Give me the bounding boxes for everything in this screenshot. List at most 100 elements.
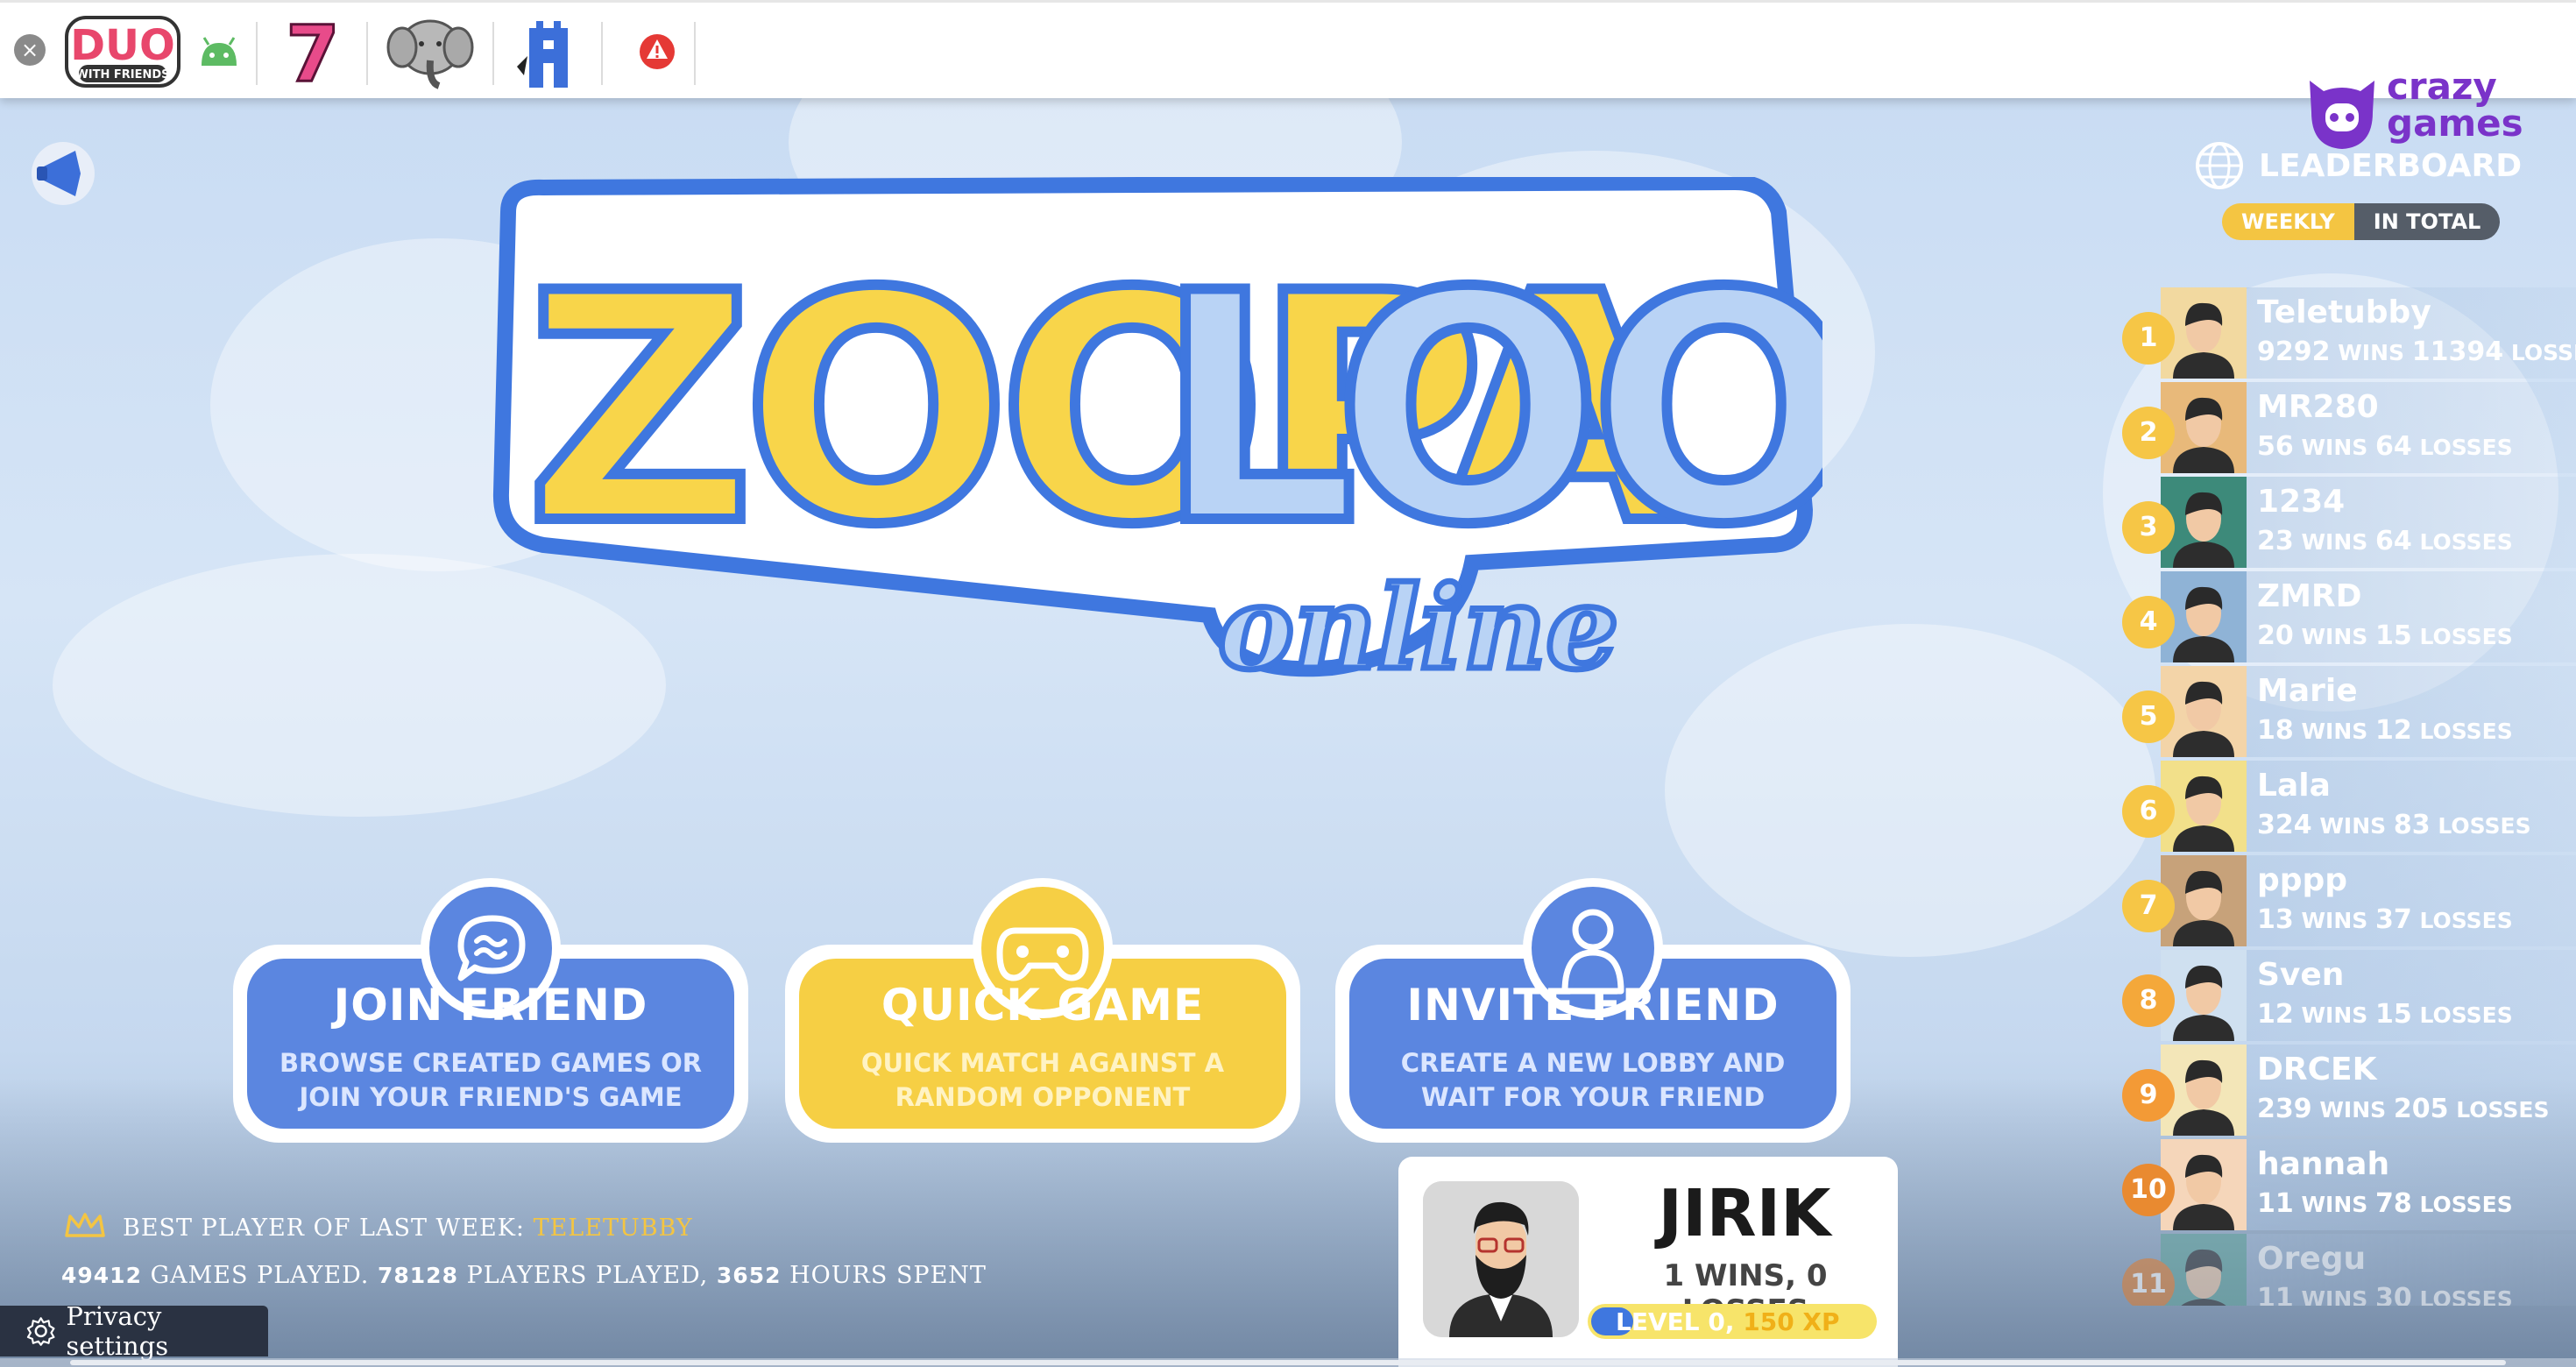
zoopaloola-logo: ZOOPA LOOLA online <box>491 174 2298 738</box>
losses-value: 83 <box>2393 810 2431 840</box>
wins-value: 56 <box>2257 431 2294 462</box>
player-card[interactable]: JIRIK 1 WINS, 0 LOSSES LEVEL 0, 150 XP <box>1398 1157 1898 1367</box>
losses-value: 37 <box>2375 904 2412 935</box>
rank-badge: 10 <box>2122 1164 2175 1216</box>
rank-badge: 5 <box>2122 691 2175 743</box>
losses-label: LOSSES <box>2419 624 2513 649</box>
elephant-icon[interactable] <box>382 10 478 94</box>
gear-icon <box>26 1317 55 1346</box>
leaderboard-row[interactable]: 1 Teletubby 9292 WINS 11394 LOSSES <box>2112 287 2576 382</box>
scrollbar-thumb[interactable] <box>70 1360 2506 1365</box>
wins-value: 324 <box>2257 810 2312 840</box>
wins-label: WINS <box>2301 1192 2368 1217</box>
leaderboard-record: 23 WINS 64 LOSSES <box>2257 526 2513 556</box>
divider <box>694 22 696 85</box>
player-avatar <box>1423 1181 1579 1337</box>
xp-label: LEVEL 0, 150 XP <box>1616 1307 1879 1336</box>
wins-value: 12 <box>2257 999 2294 1030</box>
wins-value: 11 <box>2257 1188 2294 1219</box>
leaderboard-player-name: Oregu <box>2257 1241 2367 1277</box>
join-friend-button[interactable]: JOIN FRIEND BROWSE CREATED GAMES OR JOIN… <box>233 850 748 1143</box>
crazygames-logo[interactable]: crazy games <box>2303 68 2557 156</box>
rank-badge: 4 <box>2122 596 2175 648</box>
rank-badge: 11 <box>2122 1258 2175 1306</box>
svg-text:7: 7 <box>286 14 339 89</box>
button-title: INVITE FRIEND <box>1406 980 1780 1031</box>
hours-spent-label: HOURS SPENT <box>789 1262 987 1289</box>
wins-value: 18 <box>2257 715 2294 746</box>
games-played-value: 49412 <box>61 1263 142 1288</box>
alert-icon[interactable] <box>624 10 690 94</box>
rank-badge: 1 <box>2122 312 2175 365</box>
tab-weekly[interactable]: WEEKLY <box>2222 203 2354 240</box>
leaderboard-player-name: ZMRD <box>2257 578 2362 614</box>
leaderboard-row[interactable]: 11 Oregu 11 WINS 30 LOSSES <box>2112 1234 2576 1306</box>
losses-value: 78 <box>2375 1188 2412 1219</box>
svg-text:WITH FRIENDS: WITH FRIENDS <box>75 68 169 81</box>
quick-game-button[interactable]: QUICK GAME QUICK MATCH AGAINST A RANDOM … <box>785 850 1300 1143</box>
player-avatar <box>2161 1234 2247 1306</box>
chat-bubble-icon <box>457 915 526 981</box>
slot-seven-icon[interactable]: 7 <box>273 10 352 94</box>
losses-value: 15 <box>2375 999 2412 1030</box>
game-canvas: ZOOPA LOOLA online JOIN FRIEND BROWSE CR… <box>0 98 2576 1367</box>
rank-badge: 8 <box>2122 974 2175 1027</box>
crazygames-wordmark: crazy games <box>2387 65 2523 145</box>
leaderboard-record: 12 WINS 15 LOSSES <box>2257 999 2513 1030</box>
leaderboard-record: 13 WINS 37 LOSSES <box>2257 904 2513 935</box>
losses-value: 64 <box>2375 526 2412 556</box>
divider <box>601 22 603 85</box>
leaderboard-row[interactable]: 8 Sven 12 WINS 15 LOSSES <box>2112 950 2576 1045</box>
losses-value: 11394 <box>2411 336 2504 367</box>
duo-with-friends-icon[interactable]: DUO WITH FRIENDS <box>61 10 184 94</box>
leaderboard-record: 324 WINS 83 LOSSES <box>2257 810 2531 840</box>
leaderboard-row[interactable]: 9 DRCEK 239 WINS 205 LOSSES <box>2112 1045 2576 1139</box>
divider <box>366 22 368 85</box>
losses-label: LOSSES <box>2419 908 2513 933</box>
leaderboard-row[interactable]: 4 ZMRD 20 WINS 15 LOSSES <box>2112 571 2576 666</box>
leaderboard-row[interactable]: 10 hannah 11 WINS 78 LOSSES <box>2112 1139 2576 1234</box>
leaderboard-player-name: MR280 <box>2257 389 2379 425</box>
wins-value: 23 <box>2257 526 2294 556</box>
close-bar-button[interactable]: × <box>14 34 46 66</box>
gamepad-icon <box>996 927 1089 981</box>
megaphone-icon <box>37 151 81 196</box>
players-played-value: 78128 <box>377 1263 458 1288</box>
rank-badge: 3 <box>2122 501 2175 554</box>
castle-icon[interactable] <box>512 10 585 94</box>
divider <box>256 22 258 85</box>
best-player-label: BEST PLAYER OF LAST WEEK: <box>123 1215 525 1242</box>
button-description: CREATE A NEW LOBBY AND WAIT FOR YOUR FRI… <box>1400 1048 1786 1112</box>
horizontal-scrollbar[interactable] <box>0 1358 2576 1367</box>
leaderboard-row[interactable]: 7 pppp 13 WINS 37 LOSSES <box>2112 855 2576 950</box>
leaderboard-row[interactable]: 6 Lala 324 WINS 83 LOSSES <box>2112 761 2576 855</box>
tab-in-total[interactable]: IN TOTAL <box>2353 203 2501 240</box>
leaderboard-row[interactable]: 2 MR280 56 WINS 64 LOSSES <box>2112 382 2576 477</box>
leaderboard-player-name: Lala <box>2257 768 2331 804</box>
leaderboard-tabs: WEEKLY IN TOTAL <box>2222 203 2501 240</box>
svg-text:LOOLA: LOOLA <box>1157 226 1822 593</box>
leaderboard-record: 11 WINS 78 LOSSES <box>2257 1188 2513 1219</box>
losses-label: LOSSES <box>2438 813 2531 839</box>
android-icon[interactable] <box>195 10 244 94</box>
privacy-settings-label: Privacy settings <box>66 1301 169 1361</box>
invite-friend-button[interactable]: INVITE FRIEND CREATE A NEW LOBBY AND WAI… <box>1335 850 1851 1143</box>
divider <box>492 22 494 85</box>
wins-label: WINS <box>2301 1286 2368 1306</box>
button-description: BROWSE CREATED GAMES OR JOIN YOUR FRIEND… <box>279 1048 703 1112</box>
games-played-label: GAMES PLAYED. <box>150 1262 370 1289</box>
player-name: JIRIK <box>1658 1176 1831 1251</box>
wins-value: 13 <box>2257 904 2294 935</box>
leaderboard-record: 239 WINS 205 LOSSES <box>2257 1094 2549 1124</box>
leaderboard-list[interactable]: 1Teletubby9292 WINS 11394 LOSSES2MR28056… <box>2112 287 2576 1306</box>
leaderboard-player-name: Marie <box>2257 673 2358 709</box>
players-played-label: PLAYERS PLAYED, <box>466 1262 709 1289</box>
game-shortcut-bar: × DUO WITH FRIENDS 7 <box>0 0 2576 98</box>
leaderboard-row[interactable]: 3 1234 23 WINS 64 LOSSES <box>2112 477 2576 571</box>
crown-icon <box>65 1213 105 1237</box>
button-description: QUICK MATCH AGAINST A RANDOM OPPONENT <box>860 1048 1225 1112</box>
privacy-settings-button[interactable]: Privacy settings <box>0 1301 268 1361</box>
rank-badge: 2 <box>2122 407 2175 459</box>
leaderboard-row[interactable]: 5 Marie 18 WINS 12 LOSSES <box>2112 666 2576 761</box>
announcement-button[interactable] <box>32 142 95 205</box>
